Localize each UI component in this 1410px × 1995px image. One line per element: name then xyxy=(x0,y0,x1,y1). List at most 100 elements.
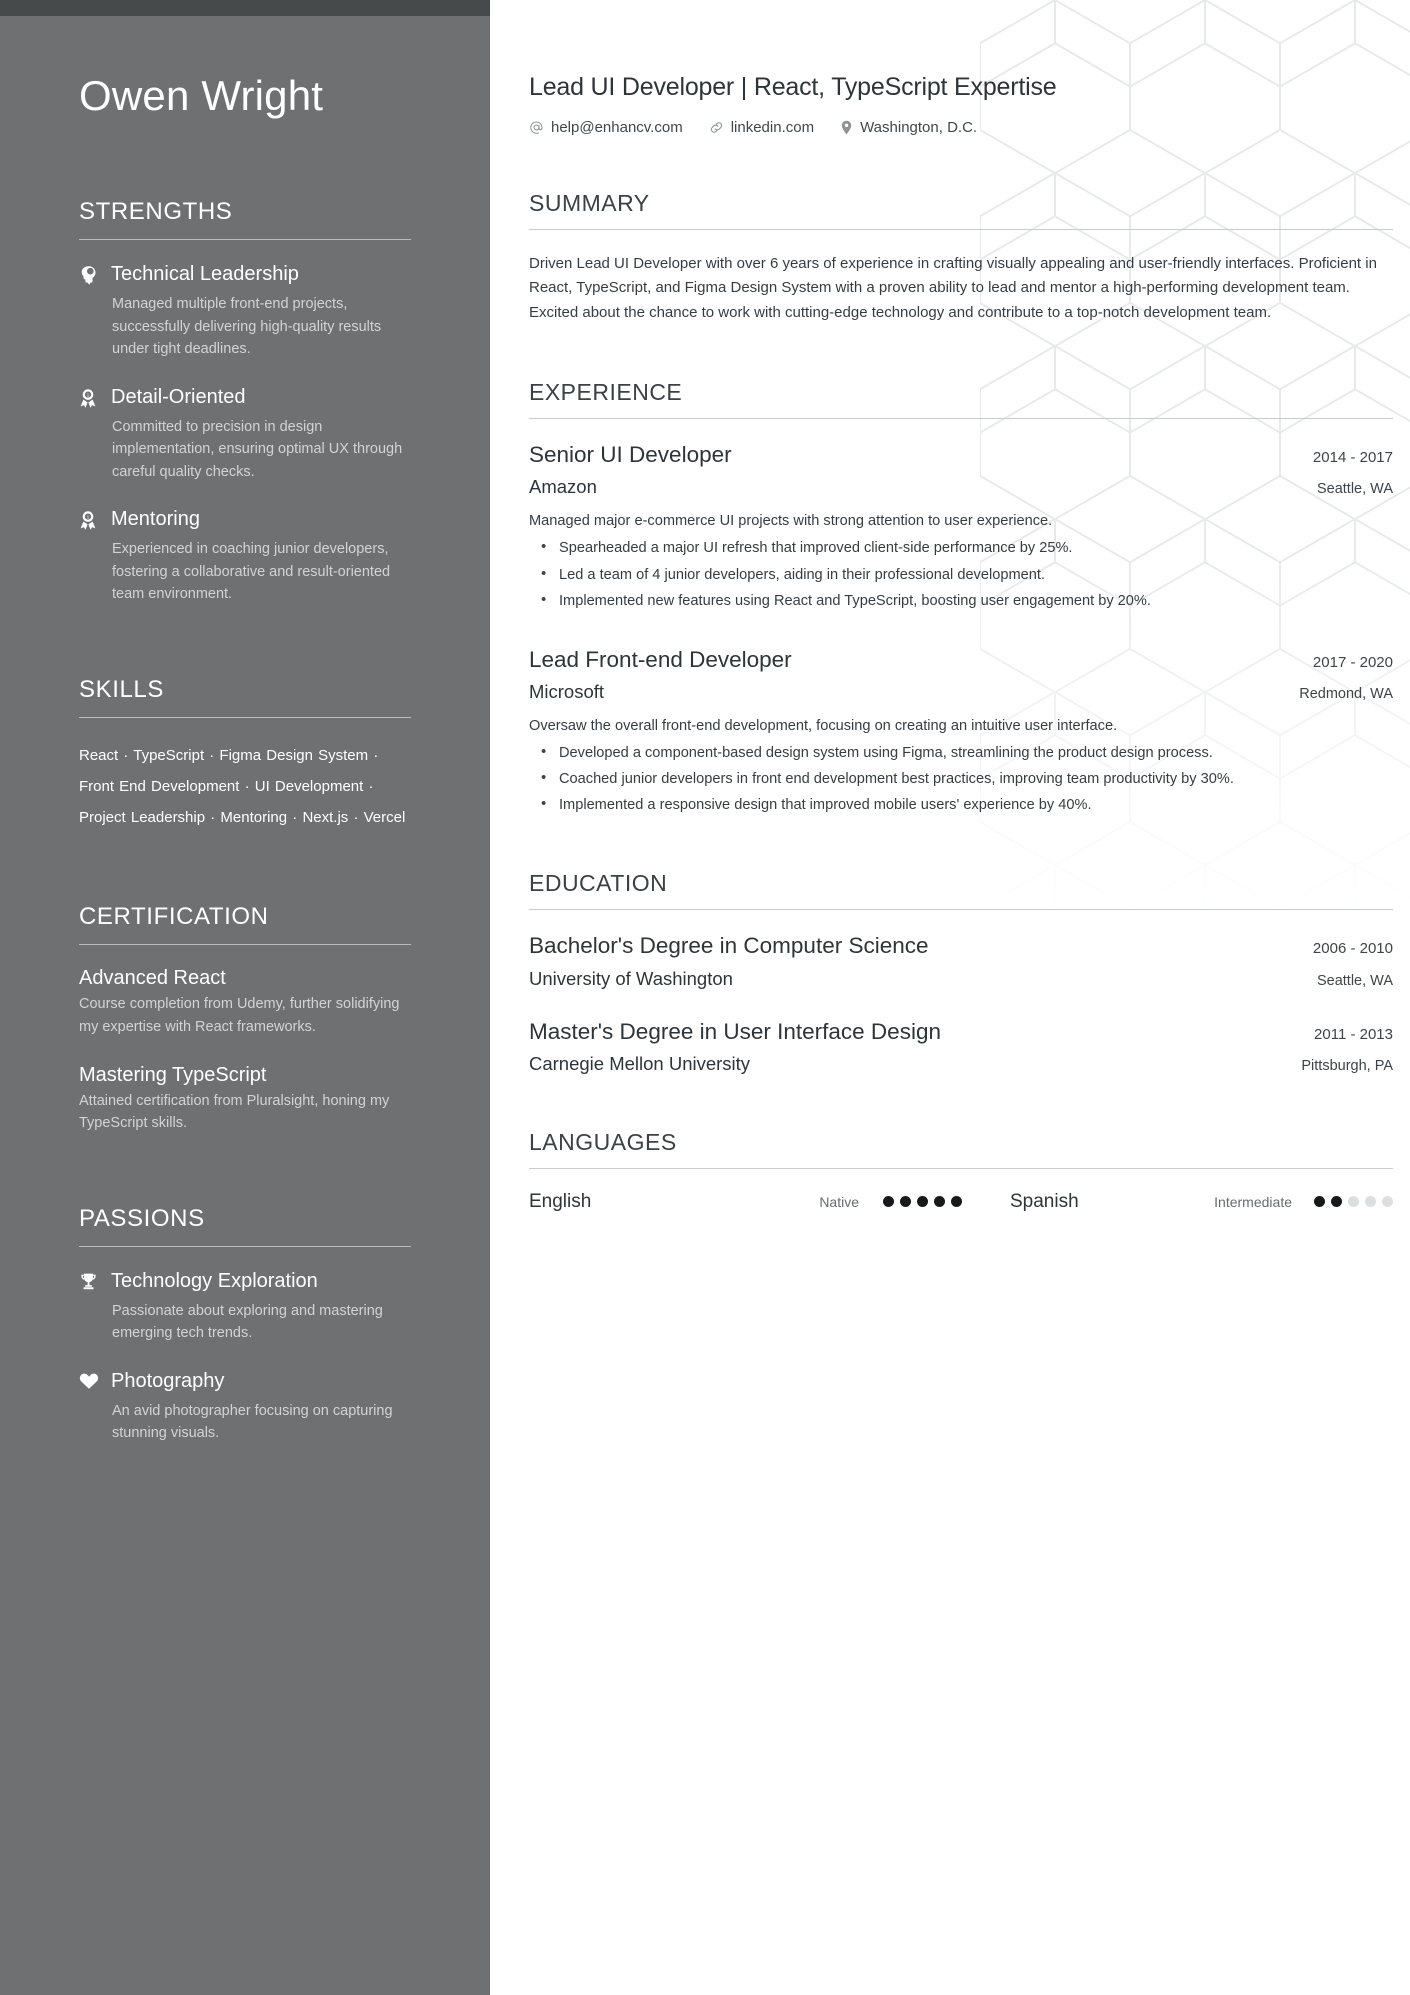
experience-bullets: Spearheaded a major UI refresh that impr… xyxy=(529,536,1393,612)
section-passions: PASSIONS Technology Exploration Passiona… xyxy=(79,1205,411,1445)
sidebar-top-accent-bar xyxy=(0,0,490,16)
experience-heading: EXPERIENCE xyxy=(529,379,1393,420)
sidebar: Owen Wright STRENGTHS Technical Leadersh… xyxy=(0,0,490,1995)
rating-dot-filled xyxy=(1331,1196,1342,1208)
experience-item: Lead Front-end Developer 2017 - 2020 Mic… xyxy=(529,646,1393,817)
education-school: University of Washington xyxy=(529,967,733,989)
education-item: Bachelor's Degree in Computer Science 20… xyxy=(529,932,1393,989)
experience-role: Lead Front-end Developer xyxy=(529,646,792,672)
education-heading: EDUCATION xyxy=(529,870,1393,911)
passion-item: Photography An avid photographer focusin… xyxy=(79,1369,411,1445)
rating-dot-filled xyxy=(917,1196,928,1208)
education-item: Master's Degree in User Interface Design… xyxy=(529,1018,1393,1075)
education-location: Seattle, WA xyxy=(1316,972,1393,989)
education-date: 2011 - 2013 xyxy=(1314,1025,1393,1043)
contact-email-text: help@enhancv.com xyxy=(551,119,683,136)
section-summary: SUMMARY Driven Lead UI Developer with ov… xyxy=(529,190,1393,325)
section-skills: SKILLS React · TypeScript · Figma Design… xyxy=(79,676,411,834)
certification-item: Mastering TypeScript Attained certificat… xyxy=(79,1064,411,1135)
certification-title: Advanced React xyxy=(79,967,226,990)
certification-heading: CERTIFICATION xyxy=(79,903,411,946)
experience-company: Amazon xyxy=(529,476,597,498)
certification-desc: Attained certification from Pluralsight,… xyxy=(79,1093,390,1132)
at-icon xyxy=(530,121,543,134)
experience-item: Senior UI Developer 2014 - 2017 Amazon S… xyxy=(529,441,1393,612)
skills-heading: SKILLS xyxy=(79,676,411,718)
strength-item: Technical Leadership Managed multiple fr… xyxy=(79,262,411,360)
certification-desc: Course completion from Udemy, further so… xyxy=(79,996,400,1035)
strength-title: Mentoring xyxy=(111,508,200,531)
experience-date: 2017 - 2020 xyxy=(1312,653,1393,671)
education-date: 2006 - 2010 xyxy=(1312,940,1393,958)
language-name: Spanish xyxy=(1010,1190,1079,1212)
language-rating-dots xyxy=(1314,1196,1393,1208)
language-level: Intermediate xyxy=(1214,1193,1292,1210)
section-experience: EXPERIENCE Senior UI Developer 2014 - 20… xyxy=(529,379,1393,816)
section-strengths: STRENGTHS Technical Leadership Managed m… xyxy=(79,198,411,605)
summary-text: Driven Lead UI Developer with over 6 yea… xyxy=(529,255,1377,321)
rating-dot-filled xyxy=(883,1196,894,1208)
experience-company: Microsoft xyxy=(529,680,605,702)
education-location: Pittsburgh, PA xyxy=(1301,1057,1393,1074)
education-degree: Bachelor's Degree in Computer Science xyxy=(529,933,929,959)
passions-heading: PASSIONS xyxy=(79,1205,411,1247)
language-name: English xyxy=(529,1190,592,1212)
language-rating-dots xyxy=(883,1196,962,1208)
strengths-heading: STRENGTHS xyxy=(79,198,411,241)
experience-role: Senior UI Developer xyxy=(529,442,732,468)
contact-location: Washington, D.C. xyxy=(840,119,977,136)
education-school: Carnegie Mellon University xyxy=(529,1052,751,1074)
passion-desc: Passionate about exploring and mastering… xyxy=(112,1302,383,1342)
experience-bullet: Led a team of 4 junior developers, aidin… xyxy=(529,562,1393,586)
language-item-spanish: Spanish Intermediate xyxy=(1010,1191,1393,1213)
experience-summary: Managed major e-commerce UI projects wit… xyxy=(529,513,1053,530)
contact-row: help@enhancv.com linkedin.com Washington… xyxy=(529,119,1393,136)
award-medal-icon: 1 xyxy=(79,385,111,483)
passion-title: Photography xyxy=(111,1369,225,1392)
rating-dot-filled xyxy=(951,1196,962,1208)
experience-location: Redmond, WA xyxy=(1299,685,1393,702)
language-level: Native xyxy=(819,1193,859,1210)
location-pin-icon xyxy=(841,120,852,135)
head-idea-icon xyxy=(79,262,111,360)
contact-linkedin-text: linkedin.com xyxy=(730,119,815,136)
strength-title: Technical Leadership xyxy=(111,263,299,286)
experience-summary: Oversaw the overall front-end developmen… xyxy=(529,717,1118,734)
rating-dot-filled xyxy=(934,1196,945,1208)
section-certification: CERTIFICATION Advanced React Course comp… xyxy=(79,903,411,1135)
link-icon xyxy=(710,122,722,133)
experience-bullets: Developed a component-based design syste… xyxy=(529,741,1393,817)
experience-bullet: Coached junior developers in front end d… xyxy=(529,767,1393,790)
strength-desc: Managed multiple front-end projects, suc… xyxy=(112,296,382,358)
resume-page: Owen Wright STRENGTHS Technical Leadersh… xyxy=(0,0,1410,1995)
award-medal-icon: 1 xyxy=(79,507,111,605)
section-languages: LANGUAGES English Native Spanish Interme… xyxy=(529,1129,1393,1213)
experience-bullet: Implemented a responsive design that imp… xyxy=(529,793,1393,816)
rating-dot-filled xyxy=(1314,1196,1325,1208)
rating-dot-empty xyxy=(1382,1196,1393,1208)
rating-dot-empty xyxy=(1348,1196,1359,1208)
summary-heading: SUMMARY xyxy=(529,190,1393,230)
passion-desc: An avid photographer focusing on capturi… xyxy=(112,1402,393,1442)
certification-item: Advanced React Course completion from Ud… xyxy=(79,967,411,1038)
rating-dot-empty xyxy=(1365,1196,1376,1208)
trophy-icon xyxy=(79,1269,111,1345)
contact-linkedin[interactable]: linkedin.com xyxy=(709,119,814,136)
passion-item: Technology Exploration Passionate about … xyxy=(79,1269,411,1345)
skills-list: React · TypeScript · Figma Design System… xyxy=(79,746,406,826)
strength-item: 1 Detail-Oriented Committed to precision… xyxy=(79,385,411,483)
education-degree: Master's Degree in User Interface Design xyxy=(529,1018,941,1044)
languages-heading: LANGUAGES xyxy=(529,1129,1393,1169)
passion-title: Technology Exploration xyxy=(111,1269,318,1292)
experience-bullet: Implemented new features using React and… xyxy=(529,589,1393,612)
experience-date: 2014 - 2017 xyxy=(1312,449,1393,467)
contact-email[interactable]: help@enhancv.com xyxy=(529,119,683,136)
strength-desc: Committed to precision in design impleme… xyxy=(112,418,403,480)
contact-location-text: Washington, D.C. xyxy=(860,119,978,136)
experience-bullet: Spearheaded a major UI refresh that impr… xyxy=(529,536,1393,559)
languages-row: English Native Spanish Intermediate xyxy=(529,1191,1393,1213)
main-content: Lead UI Developer | React, TypeScript Ex… xyxy=(490,0,1410,1995)
experience-bullet: Developed a component-based design syste… xyxy=(529,741,1393,764)
language-item-english: English Native xyxy=(529,1191,962,1213)
certification-title: Mastering TypeScript xyxy=(79,1064,267,1087)
